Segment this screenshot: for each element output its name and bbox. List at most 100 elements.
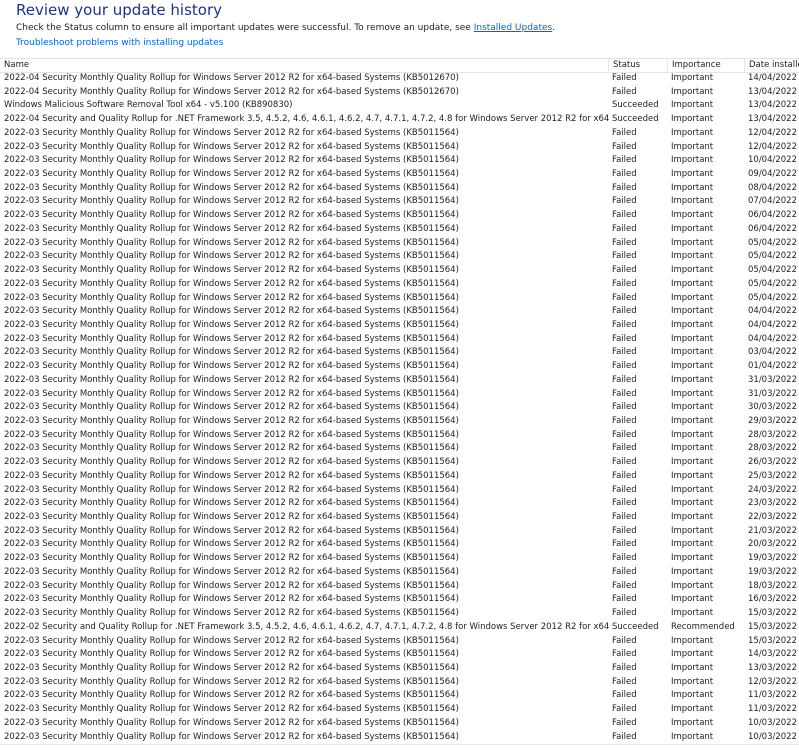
update-status: Failed — [612, 347, 637, 358]
update-importance: Important — [671, 319, 714, 330]
update-importance: Important — [671, 731, 714, 742]
table-row[interactable]: 2022-03 Security Monthly Quality Rollup … — [0, 456, 799, 470]
update-name: 2022-03 Security Monthly Quality Rollup … — [4, 237, 459, 248]
update-date-installed: 30/03/2022 — [748, 402, 797, 413]
update-date-installed: 20/03/2022 — [748, 539, 797, 550]
table-row[interactable]: 2022-03 Security Monthly Quality Rollup … — [0, 470, 799, 484]
table-row[interactable]: 2022-03 Security Monthly Quality Rollup … — [0, 703, 799, 717]
update-date-installed: 29/03/2022 — [748, 416, 797, 426]
table-row[interactable]: 2022-03 Security Monthly Quality Rollup … — [0, 538, 799, 552]
table-row[interactable]: 2022-04 Security Monthly Quality Rollup … — [0, 72, 799, 86]
table-row[interactable]: 2022-02 Security and Quality Rollup for … — [0, 621, 799, 635]
table-row[interactable]: 2022-03 Security Monthly Quality Rollup … — [0, 635, 799, 649]
update-status: Failed — [612, 635, 637, 646]
table-row[interactable]: 2022-03 Security Monthly Quality Rollup … — [0, 223, 799, 237]
table-row[interactable]: 2022-03 Security Monthly Quality Rollup … — [0, 168, 799, 182]
table-row[interactable]: 2022-03 Security Monthly Quality Rollup … — [0, 552, 799, 566]
table-row[interactable]: 2022-03 Security Monthly Quality Rollup … — [0, 346, 799, 360]
update-importance: Important — [671, 580, 714, 591]
table-row[interactable]: 2022-03 Security Monthly Quality Rollup … — [0, 662, 799, 676]
update-importance: Important — [671, 704, 714, 715]
update-date-installed: 26/03/2022 — [748, 457, 797, 468]
table-row[interactable]: 2022-03 Security Monthly Quality Rollup … — [0, 566, 799, 580]
update-name: 2022-03 Security Monthly Quality Rollup … — [4, 594, 459, 605]
update-status: Failed — [612, 155, 637, 166]
update-date-installed: 09/04/2022 — [748, 169, 797, 180]
update-status: Failed — [612, 470, 637, 481]
table-row[interactable]: 2022-03 Security Monthly Quality Rollup … — [0, 209, 799, 223]
update-name: 2022-03 Security Monthly Quality Rollup … — [4, 662, 459, 673]
page-header: Review your update history Check the Sta… — [0, 0, 799, 58]
update-importance: Important — [671, 539, 714, 550]
table-row[interactable]: 2022-03 Security Monthly Quality Rollup … — [0, 731, 799, 745]
table-row[interactable]: 2022-03 Security Monthly Quality Rollup … — [0, 278, 799, 292]
table-row[interactable]: 2022-03 Security Monthly Quality Rollup … — [0, 182, 799, 196]
table-row[interactable]: 2022-04 Security and Quality Rollup for … — [0, 113, 799, 127]
troubleshoot-link[interactable]: Troubleshoot problems with installing up… — [16, 37, 223, 50]
update-date-installed: 12/04/2022 — [748, 141, 797, 152]
table-row[interactable]: 2022-03 Security Monthly Quality Rollup … — [0, 195, 799, 209]
update-date-installed: 11/03/2022 — [748, 690, 797, 701]
update-name: 2022-04 Security Monthly Quality Rollup … — [4, 86, 459, 97]
column-header-date-installed[interactable]: Date installed — [745, 59, 799, 72]
table-row[interactable]: 2022-04 Security Monthly Quality Rollup … — [0, 86, 799, 100]
table-row[interactable]: 2022-03 Security Monthly Quality Rollup … — [0, 442, 799, 456]
installed-updates-link[interactable]: Installed Updates — [474, 23, 553, 33]
table-row[interactable]: 2022-03 Security Monthly Quality Rollup … — [0, 676, 799, 690]
update-importance: Important — [671, 566, 714, 577]
update-importance: Important — [671, 402, 714, 413]
table-row[interactable]: 2022-03 Security Monthly Quality Rollup … — [0, 525, 799, 539]
table-row[interactable]: 2022-03 Security Monthly Quality Rollup … — [0, 154, 799, 168]
update-status: Failed — [612, 223, 637, 234]
table-row[interactable]: 2022-03 Security Monthly Quality Rollup … — [0, 607, 799, 621]
table-row[interactable]: 2022-03 Security Monthly Quality Rollup … — [0, 319, 799, 333]
column-header-status[interactable]: Status — [609, 59, 668, 72]
column-header-importance[interactable]: Importance — [668, 59, 745, 72]
table-row[interactable]: 2022-03 Security Monthly Quality Rollup … — [0, 305, 799, 319]
table-row[interactable]: 2022-03 Security Monthly Quality Rollup … — [0, 648, 799, 662]
update-name: 2022-03 Security Monthly Quality Rollup … — [4, 498, 459, 509]
table-row[interactable]: 2022-03 Security Monthly Quality Rollup … — [0, 429, 799, 443]
table-row[interactable]: 2022-03 Security Monthly Quality Rollup … — [0, 360, 799, 374]
update-name: 2022-03 Security Monthly Quality Rollup … — [4, 210, 459, 221]
column-header-name[interactable]: Name — [0, 59, 609, 72]
update-name: 2022-04 Security Monthly Quality Rollup … — [4, 73, 459, 83]
description-end: . — [552, 23, 556, 33]
update-date-installed: 07/04/2022 — [748, 196, 797, 207]
table-row[interactable]: 2022-03 Security Monthly Quality Rollup … — [0, 237, 799, 251]
table-row[interactable]: Windows Malicious Software Removal Tool … — [0, 99, 799, 113]
table-row[interactable]: 2022-03 Security Monthly Quality Rollup … — [0, 401, 799, 415]
table-row[interactable]: 2022-03 Security Monthly Quality Rollup … — [0, 484, 799, 498]
update-name: 2022-04 Security and Quality Rollup for … — [4, 114, 609, 125]
update-name: Windows Malicious Software Removal Tool … — [4, 100, 293, 111]
table-row[interactable]: 2022-03 Security Monthly Quality Rollup … — [0, 717, 799, 731]
table-row[interactable]: 2022-03 Security Monthly Quality Rollup … — [0, 292, 799, 306]
table-row[interactable]: 2022-03 Security Monthly Quality Rollup … — [0, 511, 799, 525]
update-importance: Important — [671, 223, 714, 234]
update-status: Failed — [612, 731, 637, 742]
update-status: Failed — [612, 416, 637, 426]
update-importance: Important — [671, 169, 714, 180]
update-name: 2022-03 Security Monthly Quality Rollup … — [4, 525, 459, 536]
table-row[interactable]: 2022-03 Security Monthly Quality Rollup … — [0, 141, 799, 155]
table-row[interactable]: 2022-03 Security Monthly Quality Rollup … — [0, 127, 799, 141]
table-row[interactable]: 2022-03 Security Monthly Quality Rollup … — [0, 333, 799, 347]
table-row[interactable]: 2022-03 Security Monthly Quality Rollup … — [0, 497, 799, 511]
table-row[interactable]: 2022-03 Security Monthly Quality Rollup … — [0, 374, 799, 388]
update-name: 2022-03 Security Monthly Quality Rollup … — [4, 155, 459, 166]
table-row[interactable]: 2022-03 Security Monthly Quality Rollup … — [0, 593, 799, 607]
update-date-installed: 31/03/2022 — [748, 374, 797, 385]
table-row[interactable]: 2022-03 Security Monthly Quality Rollup … — [0, 250, 799, 264]
update-importance: Important — [671, 251, 714, 262]
table-row[interactable]: 2022-03 Security Monthly Quality Rollup … — [0, 689, 799, 703]
update-importance: Important — [671, 416, 714, 426]
table-row[interactable]: 2022-03 Security Monthly Quality Rollup … — [0, 580, 799, 594]
update-date-installed: 22/03/2022 — [748, 512, 797, 523]
table-row[interactable]: 2022-03 Security Monthly Quality Rollup … — [0, 415, 799, 429]
table-row[interactable]: 2022-03 Security Monthly Quality Rollup … — [0, 264, 799, 278]
update-date-installed: 06/04/2022 — [748, 210, 797, 221]
update-importance: Important — [671, 649, 714, 660]
update-importance: Important — [671, 676, 714, 687]
table-row[interactable]: 2022-03 Security Monthly Quality Rollup … — [0, 388, 799, 402]
update-name: 2022-03 Security Monthly Quality Rollup … — [4, 374, 459, 385]
